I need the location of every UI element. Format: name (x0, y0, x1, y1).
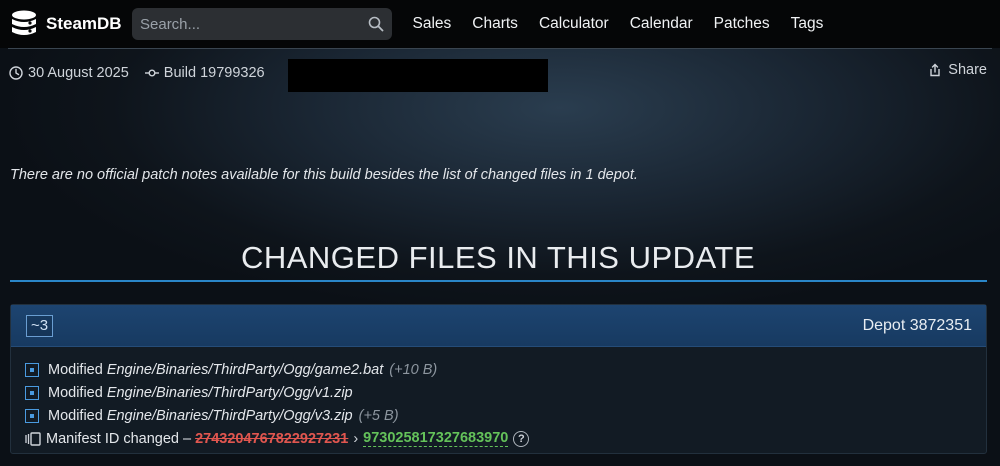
redacted-block (288, 59, 548, 92)
manifest-icon (25, 431, 41, 446)
modified-icon (25, 408, 39, 423)
modified-icon (25, 385, 39, 400)
main-nav: Sales Charts Calculator Calendar Patches… (402, 0, 834, 48)
nav-calendar[interactable]: Calendar (619, 0, 703, 48)
file-size-delta: (+10 B) (389, 361, 438, 378)
change-count-badge: ~3 (26, 314, 54, 337)
header-divider (8, 48, 992, 49)
search-icon[interactable] (368, 16, 384, 32)
file-path: Engine/Binaries/ThirdParty/Ogg/v3.zip (106, 407, 353, 424)
section-title: CHANGED FILES IN THIS UPDATE (240, 240, 756, 275)
manifest-label: Manifest ID changed – (46, 430, 192, 447)
file-path: Engine/Binaries/ThirdParty/Ogg/v1.zip (106, 384, 353, 401)
new-manifest-id[interactable]: 973025817327683970 (363, 430, 509, 447)
file-size-delta: (+5 B) (358, 407, 399, 424)
file-change-row: Modified Engine/Binaries/ThirdParty/Ogg/… (25, 381, 986, 404)
logo-text: SteamDB (46, 14, 122, 33)
build-date: 30 August 2025 (9, 65, 129, 81)
patch-notes-notice: There are no official patch notes availa… (10, 167, 638, 183)
search-input[interactable] (140, 15, 368, 33)
top-navigation: SteamDB Sales Charts Calculator Calendar… (0, 0, 1000, 48)
section-divider (10, 280, 987, 282)
depot-panel: ~3 Depot 3872351 Modified Engine/Binarie… (10, 304, 987, 454)
build-number-text: Build 19799326 (163, 65, 265, 81)
build-date-text: 30 August 2025 (28, 65, 129, 81)
depot-link[interactable]: Depot 3872351 (863, 317, 972, 335)
nav-calculator[interactable]: Calculator (528, 0, 619, 48)
file-change-row: Modified Engine/Binaries/ThirdParty/Ogg/… (25, 358, 986, 381)
chevron-right-icon: › (353, 430, 359, 447)
change-action: Modified (48, 384, 103, 401)
file-path: Engine/Binaries/ThirdParty/Ogg/game2.bat (106, 361, 384, 378)
manifest-row: Manifest ID changed – 274320476782292723… (25, 427, 986, 450)
build-meta: 30 August 2025 Build 19799326 (9, 62, 281, 84)
commit-icon (144, 69, 159, 77)
modified-icon (25, 362, 39, 377)
search-box[interactable] (132, 8, 392, 40)
nav-sales[interactable]: Sales (402, 0, 462, 48)
clock-icon (9, 66, 23, 80)
change-action: Modified (48, 361, 103, 378)
nav-tags[interactable]: Tags (780, 0, 834, 48)
nav-patches[interactable]: Patches (703, 0, 780, 48)
steamdb-logo[interactable]: SteamDB (8, 8, 128, 40)
help-icon[interactable]: ? (513, 430, 530, 447)
change-action: Modified (48, 407, 103, 424)
database-icon (12, 10, 36, 35)
file-change-row: Modified Engine/Binaries/ThirdParty/Ogg/… (25, 404, 986, 427)
nav-charts[interactable]: Charts (462, 0, 529, 48)
depot-header: ~3 Depot 3872351 (11, 305, 986, 347)
share-icon (930, 63, 940, 77)
depot-file-list: Modified Engine/Binaries/ThirdParty/Ogg/… (11, 347, 986, 450)
old-manifest-id: 2743204767822927231 (195, 430, 349, 447)
share-button[interactable]: Share (928, 62, 987, 78)
share-label: Share (948, 62, 987, 78)
build-number: Build 19799326 (144, 65, 265, 81)
